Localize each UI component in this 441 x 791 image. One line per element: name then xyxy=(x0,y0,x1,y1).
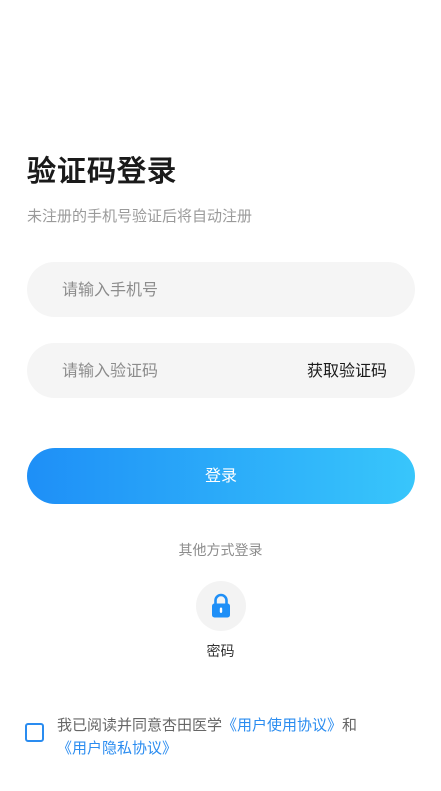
lock-icon xyxy=(212,593,230,618)
user-agreement-link[interactable]: 《用户使用协议》 xyxy=(222,716,342,734)
password-login-label[interactable]: 密码 xyxy=(0,641,441,661)
get-code-button[interactable]: 获取验证码 xyxy=(307,343,387,398)
agreement-prefix: 我已阅读并同意杏田医学 xyxy=(57,716,223,734)
agree-checkbox[interactable] xyxy=(25,723,44,742)
code-field: 获取验证码 xyxy=(27,343,415,398)
password-login-button[interactable] xyxy=(196,581,246,631)
agreement-and: 和 xyxy=(342,716,358,734)
phone-input[interactable] xyxy=(62,262,392,317)
page-subtitle: 未注册的手机号验证后将自动注册 xyxy=(27,207,253,225)
privacy-agreement-link[interactable]: 《用户隐私协议》 xyxy=(57,739,177,757)
other-login-title: 其他方式登录 xyxy=(178,543,263,559)
page-title: 验证码登录 xyxy=(27,154,178,188)
login-button[interactable]: 登录 xyxy=(27,448,415,504)
agreement-text: 我已阅读并同意杏田医学《用户使用协议》和《用户隐私协议》 xyxy=(57,714,417,760)
code-input[interactable] xyxy=(62,343,282,398)
phone-field xyxy=(27,262,415,317)
